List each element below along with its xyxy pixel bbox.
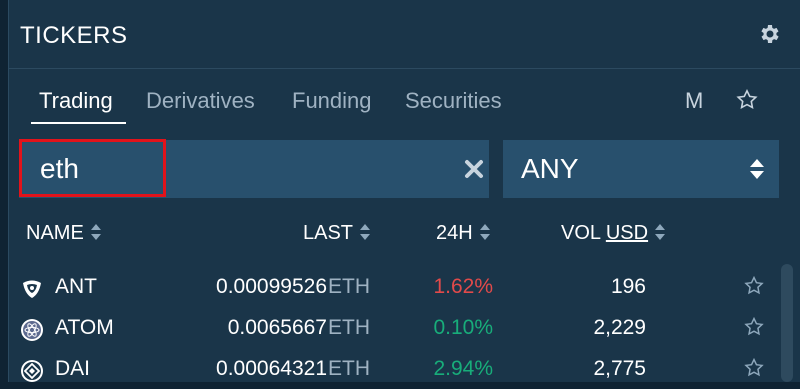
coin-volume: 196 <box>610 275 646 298</box>
table-row[interactable]: ATOM 0.0065667 ETH 0.10% 2,229 <box>9 308 779 348</box>
tab-securities[interactable]: Securities <box>405 88 502 114</box>
coin-name: ATOM <box>55 316 114 339</box>
search-highlight-box <box>19 139 166 197</box>
favorite-star-icon[interactable] <box>743 275 765 297</box>
table-row[interactable]: DAI 0.00064321 ETH 2.94% 2,775 <box>9 349 779 389</box>
column-header-name[interactable]: NAME <box>26 222 102 245</box>
coin-24h-change: 2.94% <box>433 357 493 380</box>
tab-derivatives[interactable]: Derivatives <box>146 88 255 114</box>
sort-arrows-icon <box>750 159 764 179</box>
coin-last-price: 0.00064321 <box>216 357 327 380</box>
market-tabs: Trading Derivatives Funding Securities M <box>9 82 800 126</box>
column-last-label: LAST <box>303 222 354 244</box>
column-header-24h[interactable]: 24H <box>436 222 491 245</box>
vol-currency-link[interactable]: USD <box>606 222 648 244</box>
coin-name: DAI <box>55 357 91 380</box>
panel-header: TICKERS <box>9 0 800 69</box>
column-24h-label: 24H <box>436 222 473 244</box>
coin-24h-change: 1.62% <box>433 275 493 298</box>
coin-volume: 2,229 <box>593 316 646 339</box>
scrollbar[interactable] <box>781 264 793 382</box>
gear-icon[interactable] <box>757 22 781 46</box>
atom-logo-icon <box>21 319 43 341</box>
coin-last-price: 0.00099526 <box>216 275 327 298</box>
coin-price-unit: ETH <box>328 275 370 298</box>
filter-select[interactable]: ANY <box>503 140 779 198</box>
active-tab-underline <box>31 122 126 124</box>
sort-icon <box>360 224 371 240</box>
column-name-label: NAME <box>26 222 84 244</box>
coin-price-unit: ETH <box>328 357 370 380</box>
coin-name: ANT <box>55 275 97 298</box>
dai-logo-icon <box>21 360 43 382</box>
ant-logo-icon <box>23 280 41 298</box>
tab-margin[interactable]: M <box>685 88 703 114</box>
coin-last-price: 0.0065667 <box>227 316 327 339</box>
favorite-star-icon[interactable] <box>743 316 765 338</box>
column-vol-label: VOL <box>561 222 601 244</box>
filter-select-value[interactable]: ANY <box>521 153 579 185</box>
table-row[interactable]: ANT 0.00099526 ETH 1.62% 196 <box>9 267 779 307</box>
tab-funding[interactable]: Funding <box>292 88 372 114</box>
column-header-last[interactable]: LAST <box>303 222 371 245</box>
close-x-icon[interactable] <box>463 158 485 180</box>
column-header-vol[interactable]: VOL USD <box>561 222 666 245</box>
star-outline-icon[interactable] <box>735 88 759 112</box>
coin-24h-change: 0.10% <box>433 316 493 339</box>
tab-trading[interactable]: Trading <box>39 88 113 114</box>
sort-icon <box>479 224 490 240</box>
favorite-star-icon[interactable] <box>743 357 765 379</box>
sort-icon <box>90 224 101 240</box>
coin-price-unit: ETH <box>328 316 370 339</box>
sort-icon <box>655 224 666 240</box>
coin-volume: 2,775 <box>593 357 646 380</box>
panel-title: TICKERS <box>20 22 128 49</box>
tickers-panel: TICKERS Trading Derivatives Funding Secu… <box>8 0 800 382</box>
